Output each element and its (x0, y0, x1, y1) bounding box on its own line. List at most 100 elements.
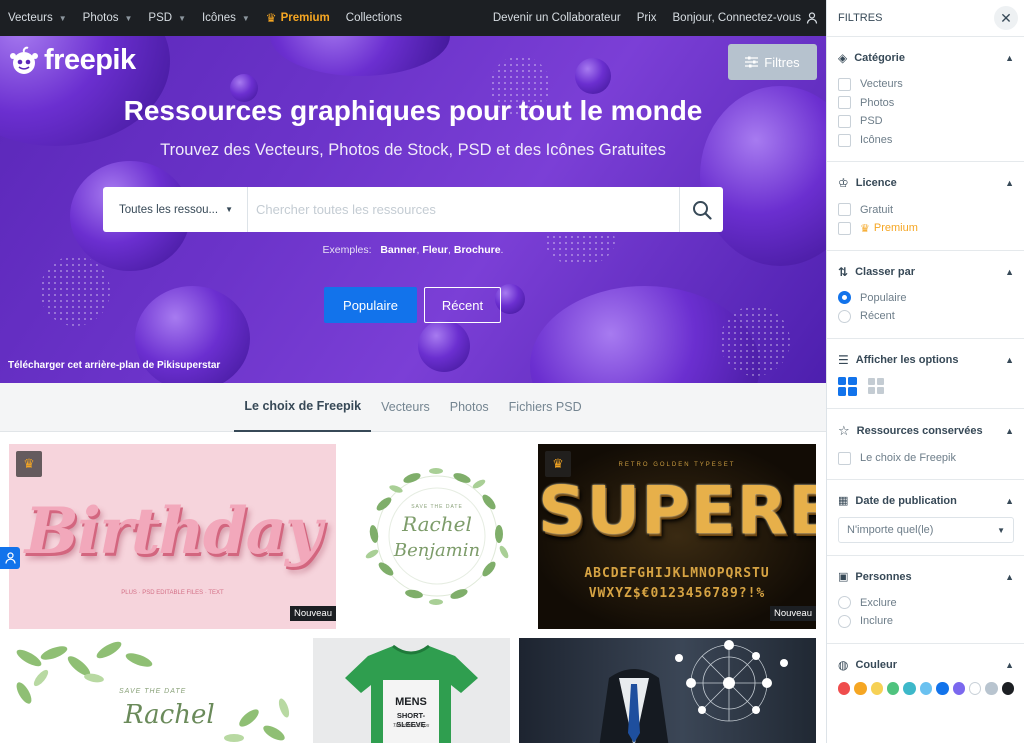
tab-vecteurs[interactable]: Vecteurs (371, 383, 440, 432)
nav-collections[interactable]: Collections (338, 0, 410, 36)
color-swatch[interactable] (985, 681, 998, 695)
wreath-illustration (365, 468, 509, 605)
search-bar: Toutes les ressou... ▼ (103, 187, 723, 232)
color-swatch[interactable] (854, 681, 867, 695)
option-label: Inclure (860, 615, 894, 628)
top-navigation: Vecteurs ▼ Photos ▼ PSD ▼ Icônes ▼ ♛ Premium … (0, 0, 826, 36)
nav-login[interactable]: Bonjour, Connectez-vous (665, 0, 827, 36)
resource-card[interactable]: SAVE THE DATE Rachel Benjamin (344, 444, 530, 629)
checkbox[interactable] (838, 77, 851, 91)
section-header[interactable]: ▣ Personnes ▲ (838, 570, 1014, 584)
radio-populaire[interactable]: Populaire (838, 289, 1014, 308)
crown-outline-icon: ♔ (838, 176, 849, 191)
resource-card[interactable]: SAVE THE DATE Rachel (9, 638, 304, 743)
checkbox-premium[interactable]: ♛ Premium (838, 219, 1014, 238)
resource-card[interactable]: MENS SHORT-SLEEVE Tshirt Mockups (313, 638, 510, 743)
section-header[interactable]: ☰ Afficher les options ▲ (838, 353, 1014, 367)
color-swatch[interactable] (952, 681, 965, 695)
checkbox-photos[interactable]: Photos (838, 94, 1014, 113)
nav-vecteurs[interactable]: Vecteurs ▼ (0, 0, 75, 36)
search-button[interactable] (679, 187, 723, 232)
checkbox[interactable] (838, 221, 851, 235)
bg-blob (270, 36, 450, 76)
tab-photos[interactable]: Photos (440, 383, 499, 432)
radio[interactable] (838, 309, 851, 323)
tshirt-text-3: Tshirt Mockups (392, 723, 430, 729)
freepik-logo[interactable]: freepik (8, 44, 136, 77)
chevron-up-icon: ▲ (1005, 571, 1014, 582)
nav-collaborateur[interactable]: Devenir un Collaborateur (485, 0, 629, 36)
search-type-dropdown[interactable]: Toutes les ressou... ▼ (103, 187, 248, 232)
section-title: Personnes (855, 570, 912, 583)
tab-freepik-choice[interactable]: Le choix de Freepik (234, 383, 372, 432)
checkbox-psd[interactable]: PSD (838, 112, 1014, 131)
search-input[interactable] (248, 187, 679, 232)
color-swatch[interactable] (1001, 681, 1015, 695)
checkbox[interactable] (838, 133, 851, 147)
nav-vecteurs-label: Vecteurs (8, 12, 53, 24)
radio[interactable] (838, 291, 851, 305)
color-swatch[interactable] (919, 681, 933, 695)
resource-card[interactable]: ♛ Birthday PLUS · PSD EDITABLE FILES · T… (9, 444, 336, 629)
nav-icones-label: Icônes (201, 12, 236, 24)
checkbox[interactable] (838, 96, 851, 110)
radio-inclure[interactable]: Inclure (838, 612, 1014, 631)
sort-icon: ⇅ (838, 264, 849, 279)
tab-psd[interactable]: Fichiers PSD (499, 383, 592, 432)
nav-psd[interactable]: PSD ▼ (140, 0, 194, 36)
radio-recent[interactable]: Récent (838, 307, 1014, 326)
color-swatch[interactable] (838, 681, 851, 695)
color-swatch[interactable] (903, 681, 916, 695)
examples-label: Exemples: (322, 244, 372, 256)
nav-icones[interactable]: Icônes ▼ (194, 0, 258, 36)
checkbox-vecteurs[interactable]: Vecteurs (838, 75, 1014, 94)
section-header[interactable]: ☆ Ressources conservées ▲ (838, 423, 1014, 439)
color-swatch[interactable] (936, 681, 949, 695)
option-label: Vecteurs (860, 78, 903, 91)
recent-button[interactable]: Récent (424, 287, 501, 323)
checkbox-gratuit[interactable]: Gratuit (838, 200, 1014, 219)
section-header[interactable]: ♔ Licence ▲ (838, 176, 1014, 190)
color-swatch[interactable] (870, 681, 884, 695)
section-header[interactable]: ◈ Catégorie ▲ (838, 51, 1014, 65)
example-link[interactable]: Fleur (422, 244, 448, 256)
example-link[interactable]: Brochure (454, 244, 501, 256)
checkbox[interactable] (838, 203, 851, 217)
filters-button[interactable]: Filtres (728, 44, 817, 80)
filter-section-licence: ♔ Licence ▲ Gratuit ♛ Premium (827, 162, 1024, 251)
color-swatch[interactable] (887, 681, 900, 695)
resource-card[interactable]: ♛ RETRO GOLDEN TYPESET SUPERB ABCDEFGHIJ… (538, 444, 816, 629)
grid-small-icon[interactable] (867, 377, 886, 396)
section-header[interactable]: ▦ Date de publication ▲ (838, 494, 1014, 508)
resource-card[interactable] (519, 638, 816, 743)
checkbox[interactable] (838, 114, 851, 128)
color-swatch[interactable] (968, 681, 982, 695)
example-link[interactable]: Banner (380, 244, 416, 256)
radio[interactable] (838, 596, 851, 610)
close-button[interactable]: ✕ (994, 6, 1018, 30)
support-button[interactable] (0, 547, 20, 569)
section-header[interactable]: ◍ Couleur ▲ (838, 658, 1014, 672)
nav-photos[interactable]: Photos ▼ (75, 0, 141, 36)
search-examples: Exemples: Banner, Fleur, Brochure. (322, 244, 504, 256)
date-select[interactable]: N'importe quel(le) ▼ (838, 517, 1014, 544)
checkbox[interactable] (838, 451, 851, 465)
popular-button[interactable]: Populaire (324, 287, 417, 323)
chevron-up-icon: ▲ (1005, 178, 1014, 189)
hero-title: Ressources graphiques pour tout le monde (123, 95, 703, 126)
option-label: Exclure (860, 596, 897, 609)
grid-large-icon[interactable] (838, 376, 857, 396)
superb-top-text: RETRO GOLDEN TYPESET (618, 462, 736, 468)
nav-prix[interactable]: Prix (629, 0, 665, 36)
checkbox-icones[interactable]: Icônes (838, 131, 1014, 150)
radio[interactable] (838, 614, 851, 628)
nav-premium[interactable]: ♛ Premium (258, 0, 338, 36)
radio-exclure[interactable]: Exclure (838, 593, 1014, 612)
checkbox-freepik-choice[interactable]: Le choix de Freepik (838, 449, 1014, 468)
section-header[interactable]: ⇅ Classer par ▲ (838, 265, 1014, 279)
filters-button-label: Filtres (764, 54, 800, 70)
background-credit[interactable]: Télécharger cet arrière-plan de Pikisupe… (8, 360, 220, 371)
chevron-up-icon: ▲ (1005, 266, 1014, 277)
wedding-name: Rachel (124, 700, 215, 730)
option-label: Le choix de Freepik (860, 452, 956, 465)
